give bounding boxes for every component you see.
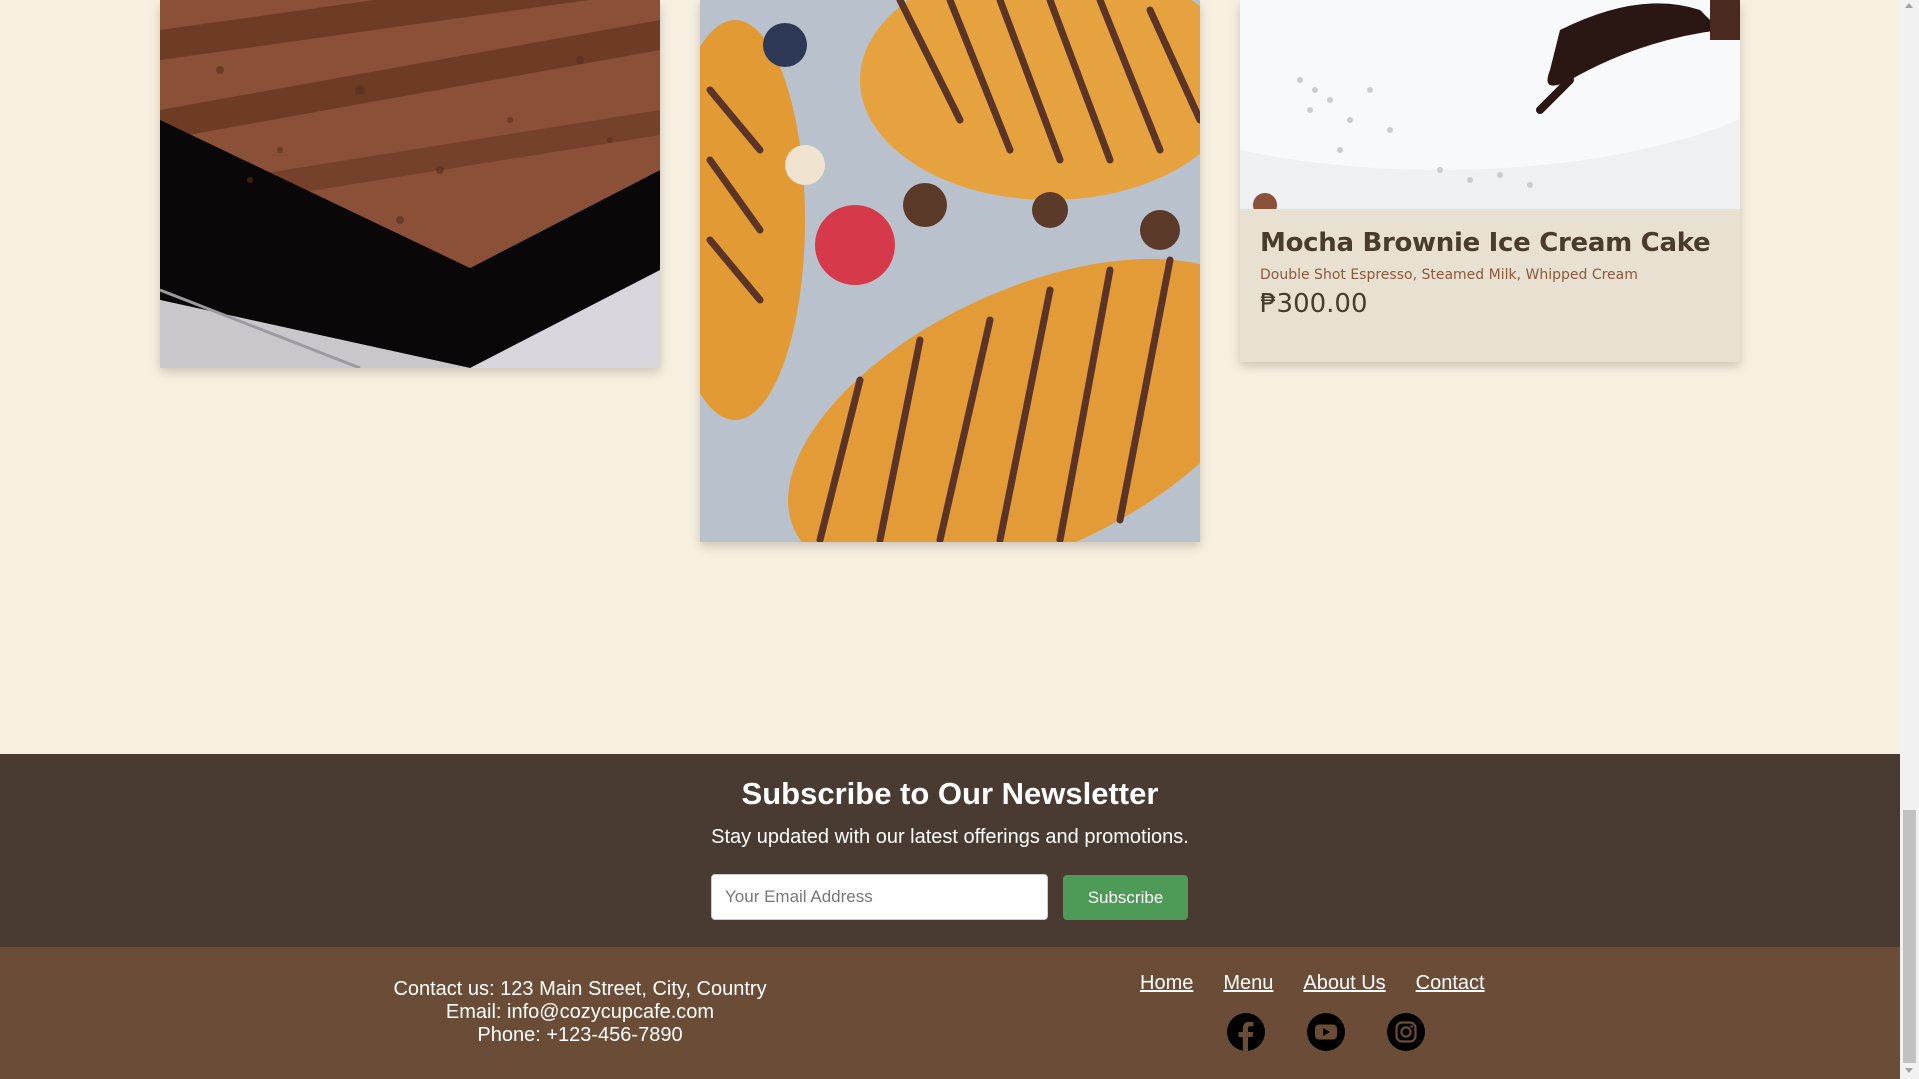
product-card-mocha-brownie[interactable]: Mocha Brownie Ice Cream Cake Double Shot…	[1240, 0, 1740, 362]
newsletter-title: Subscribe to Our Newsletter	[741, 776, 1159, 811]
contact-email: Email: info@cozycupcafe.com	[445, 1001, 715, 1023]
contact-info: Contact us: 123 Main Street, City, Count…	[330, 978, 830, 1047]
footer: Contact us: 123 Main Street, City, Count…	[0, 947, 1900, 1079]
footer-nav: Home Menu About Us Contact	[1140, 972, 1540, 995]
footer-link-home[interactable]: Home	[1140, 972, 1193, 995]
footer-link-about-us[interactable]: About Us	[1303, 972, 1385, 995]
youtube-icon[interactable]	[1307, 1013, 1345, 1051]
product-name: Mocha Brownie Ice Cream Cake	[1260, 228, 1711, 258]
product-description: Double Shot Espresso, Steamed Milk, Whip…	[1260, 267, 1638, 283]
product-card-croissants[interactable]	[700, 0, 1200, 542]
contact-address: Contact us: 123 Main Street, City, Count…	[393, 978, 767, 1000]
scroll-up-arrow-icon[interactable]	[1905, 3, 1913, 8]
contact-phone: Phone: +123-456-7890	[477, 1024, 683, 1046]
social-links	[1227, 1013, 1425, 1051]
facebook-icon[interactable]	[1227, 1013, 1265, 1051]
mocha-brownie-plate-image	[1240, 0, 1740, 209]
newsletter-subtitle: Stay updated with our latest offerings a…	[711, 826, 1189, 848]
subscribe-button[interactable]: Subscribe	[1063, 875, 1188, 920]
vertical-scrollbar[interactable]	[1900, 0, 1919, 1079]
footer-link-contact[interactable]: Contact	[1416, 972, 1485, 995]
page: Mocha Brownie Ice Cream Cake Double Shot…	[0, 0, 1900, 1079]
product-card-body: Mocha Brownie Ice Cream Cake Double Shot…	[1260, 228, 1720, 319]
chocolate-drizzled-croissants-image	[700, 0, 1200, 542]
email-input[interactable]	[711, 874, 1048, 920]
scrollbar-thumb[interactable]	[1903, 810, 1916, 1063]
footer-link-menu[interactable]: Menu	[1223, 972, 1273, 995]
product-price: ₱300.00	[1260, 289, 1368, 319]
newsletter-section: Subscribe to Our Newsletter Stay updated…	[0, 754, 1900, 947]
instagram-icon[interactable]	[1387, 1013, 1425, 1051]
chocolate-layer-cake-image	[160, 0, 660, 368]
scroll-down-arrow-icon[interactable]	[1905, 1068, 1913, 1073]
product-card-chocolate-cake[interactable]	[160, 0, 660, 368]
